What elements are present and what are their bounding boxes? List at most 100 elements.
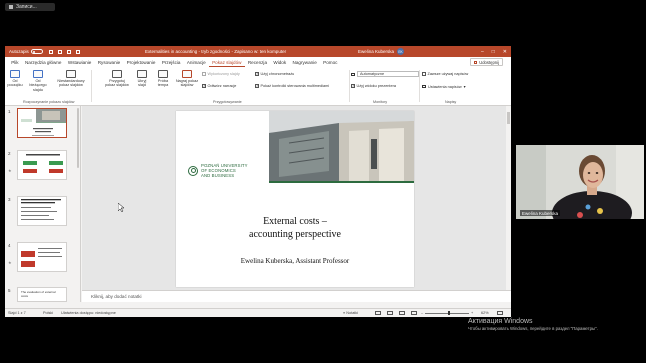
share-icon	[474, 60, 478, 64]
avatar: EK	[397, 48, 405, 55]
chevron-down-icon: ▾	[463, 85, 466, 89]
autosave-label: Autozapis	[9, 49, 29, 54]
checkbox-icon	[255, 83, 259, 88]
notes-label: Notatki	[346, 311, 359, 315]
always-subtitles-checkbox[interactable]: Zawsze używaj napisów	[422, 72, 468, 76]
tab-file[interactable]: Plik	[8, 60, 22, 67]
notes-icon: ≡	[343, 311, 346, 315]
rehearse-timings-button[interactable]: Próba tempa	[154, 70, 172, 88]
tab-view[interactable]: Widok	[270, 60, 289, 67]
recording-indicator[interactable]: Записи...	[5, 3, 55, 11]
presenter-view-checkbox[interactable]: Użyj widoku prezentera	[351, 83, 396, 88]
subtitles-icon	[422, 85, 426, 88]
setup-show-label: Przygotuj pokaz slajdów	[105, 79, 129, 88]
title-bar: Autozapis Externalities in accounting - …	[5, 46, 511, 57]
zoom-out-icon[interactable]: –	[421, 311, 423, 315]
group-label-captions: Napisy	[445, 100, 457, 104]
tab-review[interactable]: Recenzja	[245, 60, 271, 67]
thumb-number: 5	[8, 288, 11, 293]
tab-draw[interactable]: Rysowanie	[95, 60, 124, 67]
custom-show-button[interactable]: Niestandardowy pokaz slajdów	[55, 70, 87, 88]
autosave-control[interactable]: Autozapis	[9, 49, 43, 54]
normal-view-icon[interactable]	[375, 311, 381, 315]
language-indicator[interactable]: Polski	[43, 311, 53, 315]
play-narrations-checkbox[interactable]: Odtwórz narracje	[202, 83, 236, 88]
minimize-icon[interactable]: –	[481, 49, 484, 55]
tab-animations[interactable]: Animacje	[184, 60, 209, 67]
group-label-start: Rozpoczynanie pokazu slajdów	[23, 100, 75, 104]
play-icon	[10, 70, 20, 78]
current-slide[interactable]: POZNAŃ UNIVERSITY OF ECONOMICS AND BUSIN…	[176, 111, 414, 287]
zoom-level[interactable]: 62%	[481, 311, 489, 315]
notes-pane[interactable]: Kliknij, aby dodać notatki	[82, 290, 511, 302]
slide-title[interactable]: External costs – accounting perspective	[176, 215, 414, 241]
thumb-number: 4	[8, 243, 11, 248]
from-beginning-button[interactable]: Od początku	[7, 70, 23, 88]
subtitle-settings-button[interactable]: Ustawienia napisów ▾	[422, 84, 465, 89]
zoom-in-icon[interactable]: +	[471, 311, 473, 315]
setup-show-button[interactable]: Przygotuj pokaz slajdów	[104, 70, 130, 88]
tab-slide-show[interactable]: Pokaz slajdów	[208, 60, 245, 67]
scrollbar-thumb[interactable]	[507, 112, 510, 124]
present-icon[interactable]	[75, 49, 80, 54]
hide-slide-button[interactable]: Ukryj slajd	[134, 70, 150, 88]
tab-help[interactable]: Pomoc	[320, 60, 341, 67]
logo-line-3: AND BUSINESS	[201, 173, 235, 178]
fit-slide-icon[interactable]	[497, 311, 503, 315]
use-timings-checkbox[interactable]: Użyj chronometrażu	[255, 71, 294, 76]
slide-thumbnail-1[interactable]	[17, 108, 67, 138]
slide-4-preview	[21, 248, 62, 267]
zoom-slider[interactable]	[425, 313, 469, 314]
editor-scrollbar[interactable]	[506, 106, 511, 290]
presenter-view-label: Użyj widoku prezentera	[356, 84, 396, 88]
close-icon[interactable]: ✕	[503, 49, 507, 55]
group-divider	[91, 70, 92, 102]
slide-thumbnail-3[interactable]	[17, 196, 67, 226]
thumb-number: 3	[8, 197, 11, 202]
custom-show-icon	[66, 70, 76, 78]
show-media-controls-checkbox[interactable]: Pokaż kontrolki sterowania multimediami	[255, 83, 329, 88]
record-show-label: Nagraj pokaz slajdów	[175, 79, 199, 88]
monitor-select[interactable]: Automatyczne	[351, 71, 419, 77]
tab-design[interactable]: Projektowanie	[123, 60, 158, 67]
transition-star-icon: ★	[8, 260, 12, 265]
monitor-dropdown[interactable]: Automatyczne	[357, 71, 419, 77]
slide-thumbnail-2[interactable]	[17, 150, 67, 180]
slide-thumbnail-4[interactable]	[17, 242, 67, 272]
accessibility-status[interactable]: Ułatwienia dostępu: niedostępne	[61, 311, 116, 315]
slide-thumbnail-5[interactable]: The evaluation of external costs	[17, 287, 67, 302]
group-label-setup: Przygotowywanie	[213, 100, 242, 104]
slide-counter: Slajd 1 z 7	[8, 311, 26, 315]
checkbox-icon	[255, 71, 259, 76]
tab-transitions[interactable]: Przejścia	[159, 60, 184, 67]
thumbnails-scrollbar[interactable]	[77, 108, 79, 168]
slide-2-preview	[23, 154, 63, 173]
from-beginning-label: Od początku	[7, 79, 23, 88]
tab-home[interactable]: Narzędzia główne	[22, 60, 65, 67]
user-account[interactable]: Ewelina Kuberska EK	[358, 48, 405, 55]
zoom-slider-handle[interactable]	[448, 311, 450, 315]
slide-subtitle[interactable]: Ewelina Kuberska, Assistant Professor	[176, 257, 414, 265]
share-label: Udostępnij	[479, 59, 499, 65]
building-photo	[269, 111, 414, 181]
slide-sorter-icon[interactable]	[387, 311, 393, 315]
building-image	[269, 111, 414, 181]
tab-recording[interactable]: Nagrywanie	[289, 60, 320, 67]
status-bar: Slajd 1 z 7 Polski Ułatwienia dostępu: n…	[5, 308, 511, 317]
logo-text: POZNAŃ UNIVERSITY OF ECONOMICS AND BUSIN…	[201, 163, 248, 178]
from-current-button[interactable]: Od bieżącego slajdu	[27, 70, 49, 92]
share-button[interactable]: Udostępnij	[470, 58, 503, 66]
save-icon[interactable]	[48, 49, 53, 54]
reading-view-icon[interactable]	[399, 311, 405, 315]
monitor-value: Automatyczne	[360, 72, 385, 76]
redo-icon[interactable]	[66, 49, 71, 54]
participant-video[interactable]	[516, 145, 644, 219]
notes-button[interactable]: ≡ Notatki	[343, 311, 358, 315]
tab-insert[interactable]: Wstawianie	[65, 60, 95, 67]
ribbon-tabs: Plik Narzędzia główne Wstawianie Rysowan…	[5, 57, 511, 67]
record-show-button[interactable]: Nagraj pokaz slajdów	[175, 70, 199, 88]
undo-icon[interactable]	[57, 49, 62, 54]
slideshow-view-icon[interactable]	[411, 311, 417, 315]
maximize-icon[interactable]: □	[492, 49, 495, 55]
autosave-toggle[interactable]	[30, 49, 43, 54]
